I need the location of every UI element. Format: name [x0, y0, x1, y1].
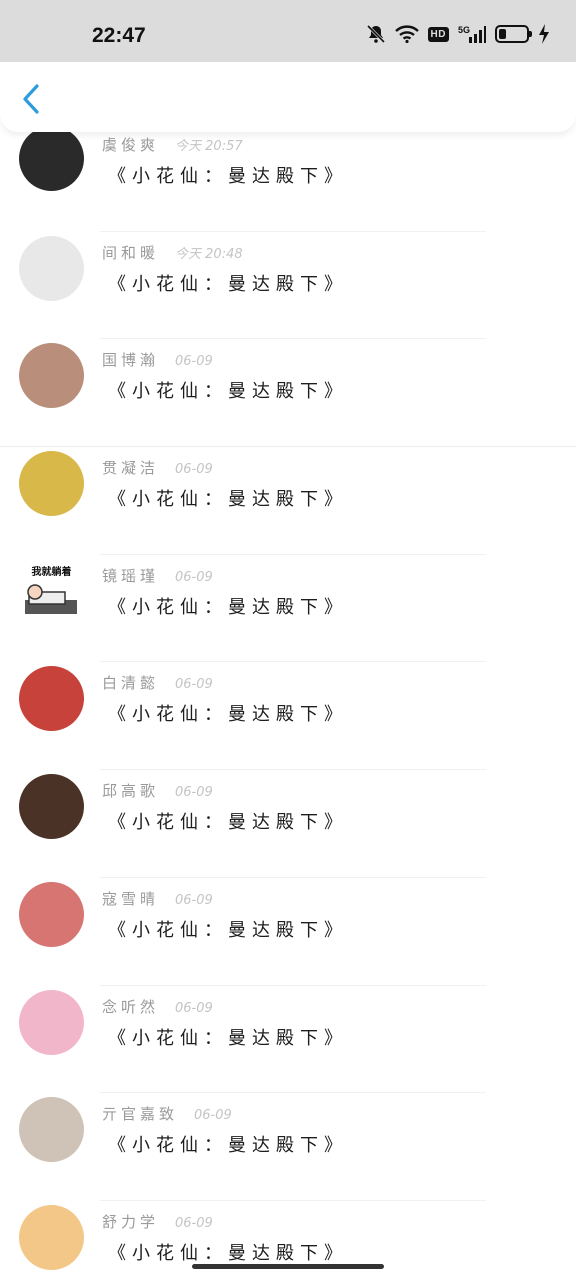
status-bar: 22:47 HD 5G — [0, 0, 576, 62]
timestamp: 今天 20:57 — [175, 139, 243, 154]
timestamp: 06-09 — [175, 785, 213, 801]
name-line: 亓官嘉致 06-09 — [102, 1103, 232, 1124]
sender-name: 间和暖 — [102, 243, 160, 262]
avatar[interactable] — [19, 343, 84, 409]
message-text: 《小花仙：曼达殿下》 — [108, 1135, 348, 1157]
list-item[interactable]: 寇雪晴 06-09 《小花仙：曼达殿下》 — [0, 878, 576, 986]
message-list[interactable]: 虞俊爽 今天 20:57 《小花仙：曼达殿下》 间和暖 今天 20:48 《小花仙：曼达殿… — [0, 124, 576, 1280]
message-text: 《小花仙：曼达殿下》 — [108, 381, 348, 403]
battery-fill — [499, 29, 506, 39]
name-line: 舒力学 06-09 — [102, 1211, 213, 1232]
message-text: 《小花仙：曼达殿下》 — [108, 1242, 348, 1264]
message-text: 《小花仙：曼达殿下》 — [108, 1027, 348, 1049]
sender-name: 寇雪晴 — [102, 889, 160, 908]
home-indicator[interactable] — [192, 1264, 384, 1269]
battery-icon — [495, 25, 532, 43]
app-header — [0, 62, 576, 132]
sender-name: 念听然 — [102, 997, 160, 1016]
sender-name: 白清懿 — [102, 674, 160, 693]
bed-illustration — [25, 584, 77, 614]
list-item[interactable]: 我就躺着 镜瑶瑾 06-09 《小花仙：曼达殿下》 — [0, 555, 576, 663]
list-item[interactable]: 贯凝洁 06-09 《小花仙：曼达殿下》 — [0, 447, 576, 555]
name-line: 国博瀚 06-09 — [102, 349, 213, 370]
avatar[interactable] — [19, 1204, 84, 1270]
network-label: 5G — [458, 25, 470, 35]
list-item[interactable]: 国博瀚 06-09 《小花仙：曼达殿下》 — [0, 339, 576, 448]
list-item[interactable]: 念听然 06-09 《小花仙：曼达殿下》 — [0, 986, 576, 1094]
message-text: 《小花仙：曼达殿下》 — [108, 273, 348, 295]
timestamp: 今天 20:48 — [175, 246, 243, 262]
name-line: 间和暖 今天 20:48 — [102, 242, 243, 263]
timestamp: 06-09 — [194, 1108, 232, 1124]
hd-icon: HD — [427, 26, 449, 42]
signal-5g-icon: 5G — [458, 24, 486, 44]
name-line: 白清懿 06-09 — [102, 672, 213, 693]
avatar[interactable] — [19, 235, 84, 301]
status-icons: HD 5G — [366, 24, 550, 44]
timestamp: 06-09 — [175, 1000, 213, 1016]
message-text: 《小花仙：曼达殿下》 — [108, 166, 348, 187]
charging-icon — [538, 24, 550, 44]
avatar[interactable]: 我就躺着 — [19, 558, 84, 624]
list-item[interactable]: 亓官嘉致 06-09 《小花仙：曼达殿下》 — [0, 1093, 576, 1201]
sender-name: 舒力学 — [102, 1212, 160, 1231]
name-line: 贯凝洁 06-09 — [102, 457, 213, 478]
message-text: 《小花仙：曼达殿下》 — [108, 704, 348, 726]
message-text: 《小花仙：曼达殿下》 — [108, 812, 348, 834]
name-line: 邱高歌 06-09 — [102, 780, 213, 801]
back-button[interactable] — [18, 82, 46, 116]
name-line: 寇雪晴 06-09 — [102, 888, 213, 909]
name-line: 念听然 06-09 — [102, 996, 213, 1017]
sender-name: 国博瀚 — [102, 351, 160, 370]
sender-name: 贯凝洁 — [102, 459, 160, 478]
timestamp: 06-09 — [175, 892, 213, 908]
avatar[interactable] — [19, 451, 84, 517]
name-line: 虞俊爽 今天 20:57 — [102, 134, 243, 155]
timestamp: 06-09 — [175, 677, 213, 693]
mute-bell-icon — [366, 24, 386, 44]
name-line: 镜瑶瑾 06-09 — [102, 565, 213, 586]
list-item[interactable]: 间和暖 今天 20:48 《小花仙：曼达殿下》 — [0, 232, 576, 340]
list-item[interactable]: 虞俊爽 今天 20:57 《小花仙：曼达殿下》 — [0, 124, 576, 232]
avatar[interactable] — [19, 989, 84, 1055]
status-time: 22:47 — [92, 24, 146, 47]
sender-name: 镜瑶瑾 — [102, 566, 160, 585]
timestamp: 06-09 — [175, 1215, 213, 1231]
timestamp: 06-09 — [175, 569, 213, 585]
avatar[interactable] — [19, 774, 84, 840]
chevron-left-icon — [23, 84, 39, 114]
avatar[interactable] — [19, 881, 84, 947]
timestamp: 06-09 — [175, 354, 213, 370]
avatar[interactable] — [19, 666, 84, 732]
message-text: 《小花仙：曼达殿下》 — [108, 596, 348, 618]
avatar-caption: 我就躺着 — [31, 566, 72, 578]
sender-name: 邱高歌 — [102, 782, 160, 801]
timestamp: 06-09 — [175, 462, 213, 478]
avatar[interactable] — [19, 126, 84, 191]
message-text: 《小花仙：曼达殿下》 — [108, 919, 348, 941]
message-text: 《小花仙：曼达殿下》 — [108, 489, 348, 511]
avatar[interactable] — [19, 1097, 84, 1163]
list-item[interactable]: 邱高歌 06-09 《小花仙：曼达殿下》 — [0, 770, 576, 878]
wifi-icon — [394, 25, 419, 43]
list-item[interactable]: 白清懿 06-09 《小花仙：曼达殿下》 — [0, 662, 576, 771]
sender-name: 亓官嘉致 — [102, 1105, 179, 1124]
sender-name: 虞俊爽 — [102, 136, 160, 154]
